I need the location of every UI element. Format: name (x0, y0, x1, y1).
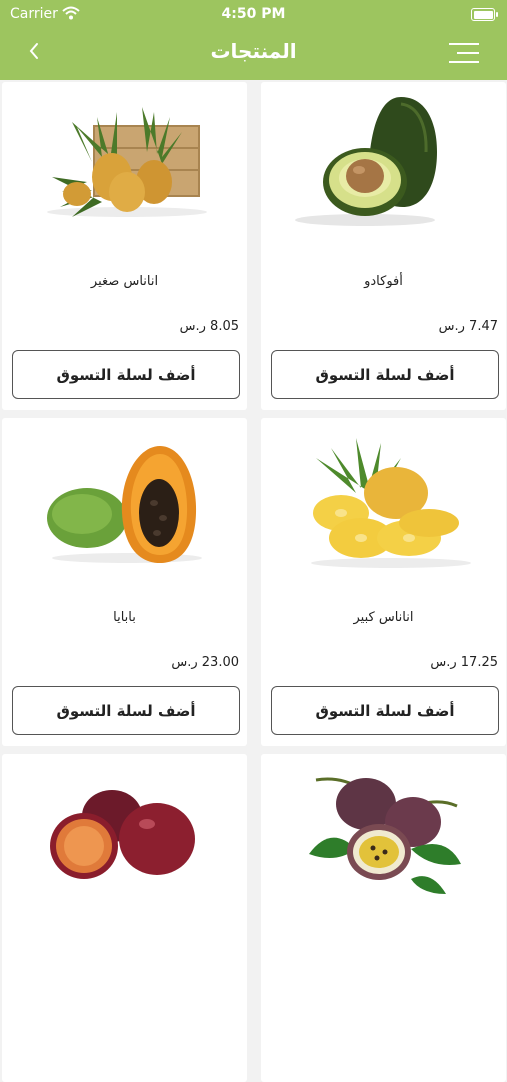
product-card-small-pineapples[interactable]: اناناس صغير 8.05 ر.س أضف لسلة التسوق (2, 82, 247, 410)
menu-icon[interactable] (449, 42, 479, 64)
plums-image (50, 790, 195, 879)
sliced-pineapple-image (311, 438, 471, 568)
product-grid: أفوكادو 7.47 ر.س أضف لسلة التسوق اناناس … (0, 80, 507, 1082)
product-card-plums[interactable] (2, 754, 247, 1082)
add-to-cart-button[interactable]: أضف لسلة التسوق (12, 350, 240, 399)
product-card-avocado[interactable]: أفوكادو 7.47 ر.س أضف لسلة التسوق (261, 82, 506, 410)
avocado-image (295, 97, 437, 226)
papaya-image (47, 446, 202, 563)
add-to-cart-button[interactable]: أضف لسلة التسوق (12, 686, 240, 735)
product-price: 23.00 ر.س (171, 655, 239, 670)
clock: 4:50 PM (221, 6, 286, 22)
app-header: Carrier 4:50 PM المنتجات (0, 0, 507, 80)
battery-icon (471, 8, 498, 21)
product-name: اناناس كبير (353, 610, 414, 625)
product-name: بابايا (113, 610, 136, 625)
page-title: المنتجات (210, 39, 297, 63)
product-card-large-pineapple[interactable]: اناناس كبير 17.25 ر.س أضف لسلة التسوق (261, 418, 506, 746)
status-bar: Carrier 4:50 PM (0, 0, 507, 28)
product-name: اناناس صغير (90, 274, 159, 289)
add-to-cart-button[interactable]: أضف لسلة التسوق (271, 350, 499, 399)
product-card-papaya[interactable]: بابايا 23.00 ر.س أضف لسلة التسوق (2, 418, 247, 746)
passion-fruit-image (309, 777, 461, 894)
product-price: 8.05 ر.س (179, 319, 239, 334)
product-price: 17.25 ر.س (430, 655, 498, 670)
product-price: 7.47 ر.س (438, 319, 498, 334)
product-card-passion-fruit[interactable] (261, 754, 506, 1082)
small-pineapples-image (47, 107, 207, 217)
add-to-cart-button[interactable]: أضف لسلة التسوق (271, 686, 499, 735)
product-name: أفوكادو (364, 274, 403, 289)
